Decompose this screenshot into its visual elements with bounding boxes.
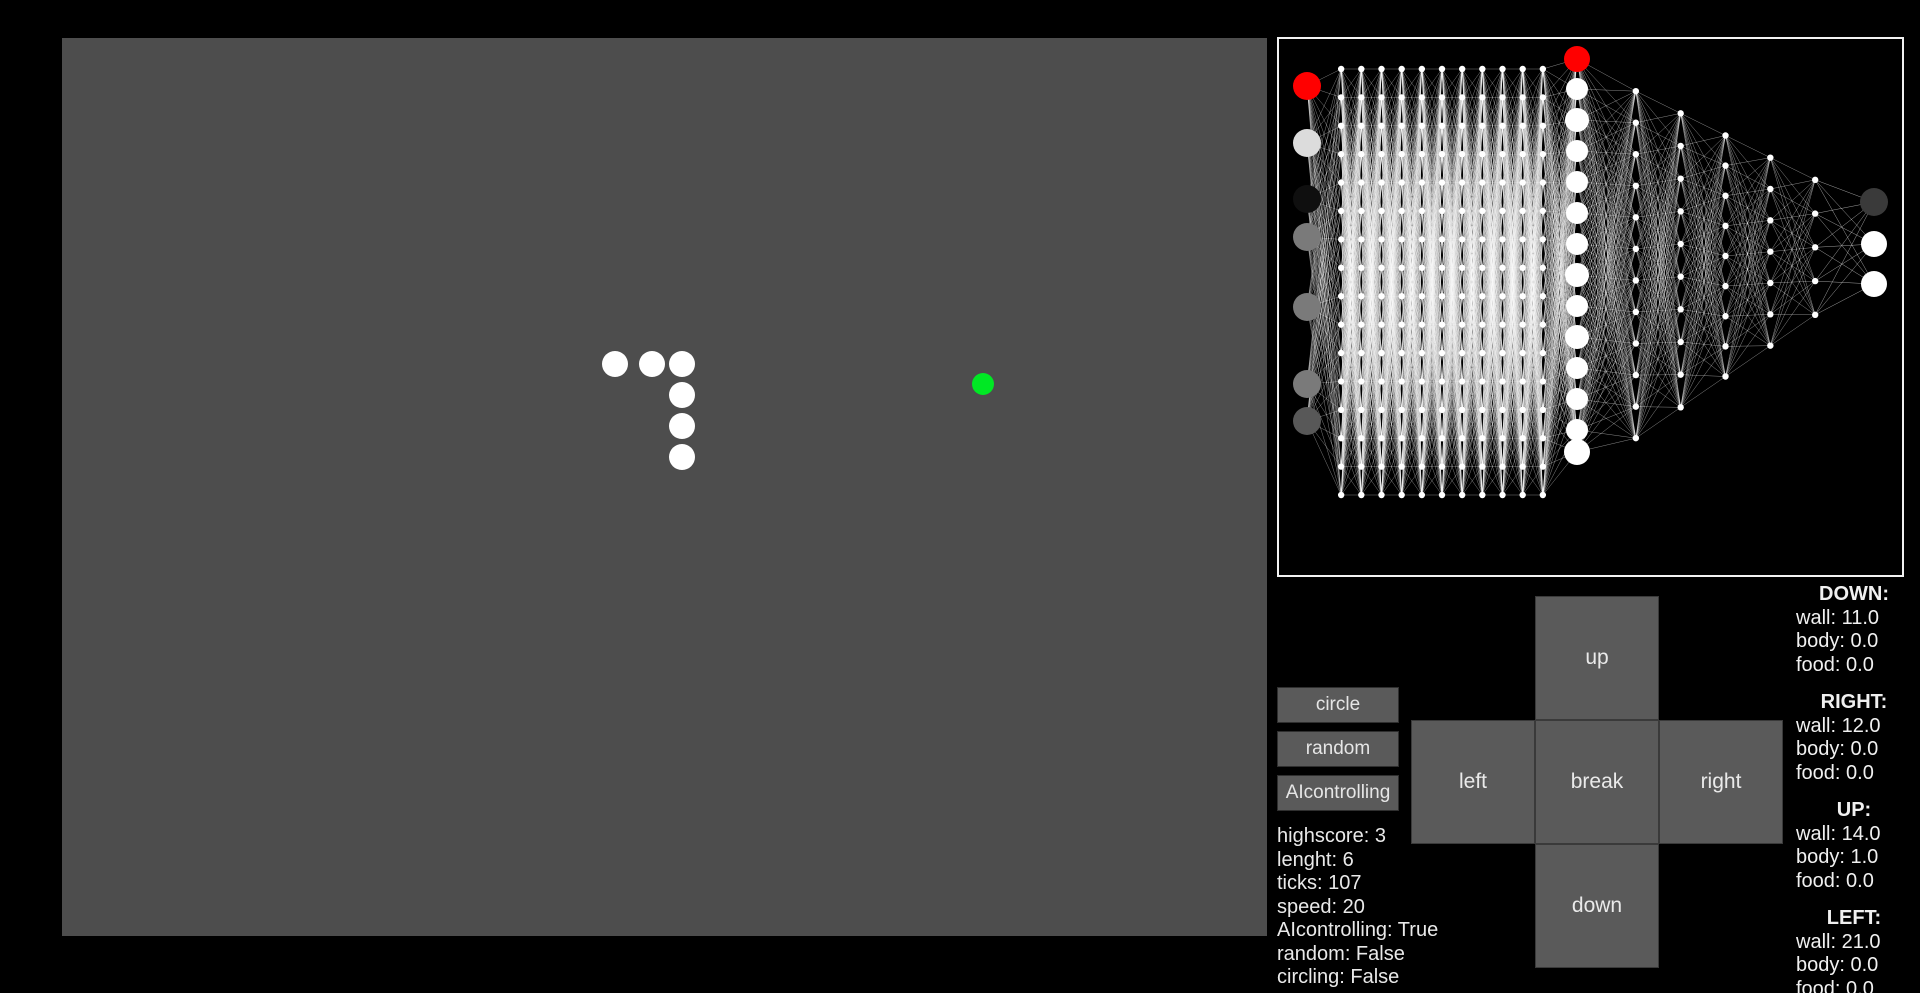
game-board[interactable] — [62, 38, 1267, 936]
sensor-direction-label: DOWN: — [1819, 583, 1889, 605]
output-node-1 — [1861, 231, 1887, 257]
snake-segment — [639, 351, 665, 377]
sensor-body-value: body: 0.0 — [1796, 738, 1879, 760]
hidden-mid-node-10 — [1566, 357, 1588, 379]
hidden-mid-node-12 — [1566, 419, 1588, 441]
snake-head — [602, 351, 628, 377]
up-button[interactable]: up — [1535, 596, 1659, 720]
sensor-wall-value: wall: 12.0 — [1796, 714, 1881, 737]
break-button[interactable]: break — [1535, 720, 1659, 844]
hidden-mid-node-6 — [1566, 233, 1588, 255]
hidden-mid-node-7 — [1565, 263, 1589, 287]
stat-line: circling: False — [1277, 966, 1400, 988]
down-button[interactable]: down — [1535, 844, 1659, 968]
input-node-6 — [1293, 407, 1321, 435]
sensor-group: UP: wall: 14.0 body: 1.0 food: 0.0 — [1796, 799, 1912, 893]
sensor-body-value: body: 1.0 — [1796, 846, 1879, 868]
direction-pad: up left break right down — [1411, 596, 1783, 968]
hidden-mid-node-13 — [1564, 439, 1590, 465]
hidden-mid-node-0 — [1564, 46, 1590, 72]
hidden-mid-node-11 — [1566, 388, 1588, 410]
hidden-mid-node-8 — [1566, 295, 1588, 317]
sensor-food-value: food: 0.0 — [1796, 653, 1874, 676]
output-node-2 — [1861, 271, 1887, 297]
input-node-2 — [1293, 185, 1321, 213]
ai-controlling-button[interactable]: AIcontrolling — [1277, 775, 1399, 811]
neural-network-graph — [1293, 46, 1888, 499]
sensor-wall-value: wall: 14.0 — [1796, 822, 1881, 845]
snake-segment — [669, 351, 695, 377]
neural-network-panel — [1277, 37, 1904, 577]
hidden-mid-node-4 — [1566, 171, 1588, 193]
random-button[interactable]: random — [1277, 731, 1399, 767]
input-node-4 — [1293, 293, 1321, 321]
sensor-group: LEFT: wall: 21.0 body: 0.0 food: 0.0 — [1796, 907, 1912, 993]
input-node-5 — [1293, 370, 1321, 398]
sensor-wall-value: wall: 11.0 — [1796, 606, 1880, 629]
sensor-body-value: body: 0.0 — [1796, 954, 1879, 976]
circle-button[interactable]: circle — [1277, 687, 1399, 723]
sensor-readout-panel: DOWN: wall: 11.0 body: 0.0 food: 0.0 RIGHT: w… — [1796, 583, 1912, 993]
right-button[interactable]: right — [1659, 720, 1783, 844]
snake-segment — [669, 413, 695, 439]
network-edges — [1306, 58, 1875, 496]
app-root: circle random AIcontrolling highscore: 3 le… — [0, 0, 1920, 993]
sensor-direction-label: LEFT: — [1826, 907, 1882, 929]
sensor-food-value: food: 0.0 — [1796, 977, 1874, 993]
sensor-food-value: food: 0.0 — [1796, 869, 1874, 892]
sensor-direction-label: UP: — [1836, 799, 1872, 821]
hidden-mid-node-3 — [1566, 140, 1588, 162]
input-node-0 — [1293, 72, 1321, 100]
sensor-body-value: body: 0.0 — [1796, 630, 1879, 652]
sensor-direction-label: RIGHT: — [1820, 691, 1888, 713]
hidden-mid-node-5 — [1566, 202, 1588, 224]
mode-button-group: circle random AIcontrolling — [1277, 687, 1399, 819]
snake-segment — [669, 382, 695, 408]
left-button[interactable]: left — [1411, 720, 1535, 844]
hidden-mid-node-2 — [1565, 108, 1589, 132]
hidden-mid-node-1 — [1566, 78, 1588, 100]
sensor-group: DOWN: wall: 11.0 body: 0.0 food: 0.0 — [1796, 583, 1912, 677]
sensor-wall-value: wall: 21.0 — [1796, 930, 1881, 953]
sensor-food-value: food: 0.0 — [1796, 761, 1874, 784]
input-node-1 — [1293, 129, 1321, 157]
snake-segment — [669, 444, 695, 470]
food-pellet — [972, 373, 994, 395]
output-node-0 — [1860, 188, 1888, 216]
hidden-mid-node-9 — [1565, 325, 1589, 349]
input-node-3 — [1293, 223, 1321, 251]
sensor-group: RIGHT: wall: 12.0 body: 0.0 food: 0.0 — [1796, 691, 1912, 785]
